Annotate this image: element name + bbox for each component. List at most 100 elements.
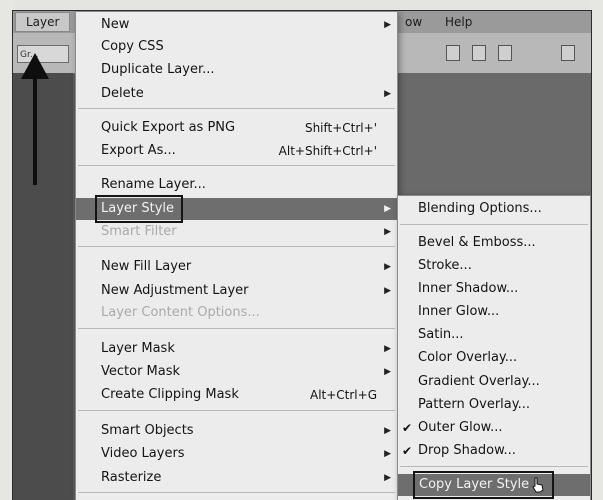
menu-item-delete[interactable]: Delete ▶ (76, 83, 397, 105)
menu-item-new[interactable]: New ▶ (76, 14, 397, 36)
menu-item-label: Export As... (101, 143, 176, 158)
menu-item-rename-layer[interactable]: Rename Layer... (76, 174, 397, 196)
menu-item-label: Quick Export as PNG (101, 120, 236, 135)
menu-item-label: New Fill Layer (101, 259, 192, 274)
check-icon: ✔ (402, 444, 413, 458)
submenu-item-outer-glow[interactable]: ✔ Outer Glow... (398, 417, 590, 439)
menu-item-label: Rename Layer... (101, 177, 206, 192)
menu-item-label: Bevel & Emboss... (418, 235, 536, 250)
menu-item-new-adjustment-layer[interactable]: New Adjustment Layer ▶ (76, 280, 397, 302)
menu-item-label: Inner Shadow... (418, 281, 519, 296)
menu-separator (78, 328, 395, 329)
menu-item-label: Layer Mask (101, 341, 175, 356)
align-top-icon[interactable] (446, 45, 460, 61)
submenu-item-satin[interactable]: Satin... (398, 324, 590, 346)
align-middle-icon[interactable] (472, 45, 486, 61)
layer-style-submenu: Blending Options... Bevel & Emboss... St… (397, 195, 591, 500)
menu-item-label: Copy Layer Style (412, 471, 555, 499)
distribute-icon[interactable] (561, 45, 575, 61)
menu-item-label: Rasterize (101, 470, 162, 485)
menu-separator (78, 246, 395, 247)
triangle-right-icon: ▶ (384, 20, 391, 30)
menu-item-label: Layer Content Options... (101, 305, 260, 320)
menu-item-layer-content-options[interactable]: Layer Content Options... (76, 302, 397, 324)
menu-item-label: New (101, 17, 130, 32)
align-bottom-icon[interactable] (498, 45, 512, 61)
photo-page: Layer ow Help Gr... New ▶ Copy CSS Dupli… (0, 0, 603, 500)
photoshop-screenshot: Layer ow Help Gr... New ▶ Copy CSS Dupli… (12, 10, 592, 500)
menu-item-layer-mask[interactable]: Layer Mask ▶ (76, 338, 397, 360)
triangle-right-icon: ▶ (384, 473, 391, 483)
menu-item-export-as[interactable]: Export As... Alt+Shift+Ctrl+' (76, 140, 397, 162)
up-arrow-icon (21, 53, 49, 79)
triangle-right-icon: ▶ (384, 426, 391, 436)
menu-item-label: Outer Glow... (418, 420, 503, 435)
menu-separator (400, 466, 588, 467)
annotation-arrow-shaft (33, 77, 37, 185)
submenu-item-drop-shadow[interactable]: ✔ Drop Shadow... (398, 440, 590, 462)
triangle-right-icon: ▶ (384, 89, 391, 99)
menu-item-smart-filter[interactable]: Smart Filter ▶ (76, 221, 397, 243)
menu-item-shortcut: Alt+Ctrl+G (309, 388, 377, 402)
menu-item-duplicate-layer[interactable]: Duplicate Layer... (76, 59, 397, 81)
menu-item-label: Blending Options... (418, 201, 542, 216)
submenu-item-inner-shadow[interactable]: Inner Shadow... (398, 278, 590, 300)
hand-pointer-icon (532, 477, 544, 492)
layer-menu-dropdown: New ▶ Copy CSS Duplicate Layer... Delete… (75, 11, 398, 500)
menu-separator (78, 165, 395, 166)
menu-item-shortcut: Shift+Ctrl+' (304, 121, 377, 135)
menu-item-label: Create Clipping Mask (101, 387, 239, 402)
tools-panel (13, 73, 73, 500)
triangle-right-icon: ▶ (384, 344, 391, 354)
menu-separator (78, 108, 395, 109)
menu-item-quick-export[interactable]: Quick Export as PNG Shift+Ctrl+' (76, 117, 397, 139)
menu-item-label: New Adjustment Layer (101, 283, 249, 298)
menu-item-vector-mask[interactable]: Vector Mask ▶ (76, 361, 397, 383)
submenu-item-color-overlay[interactable]: Color Overlay... (398, 347, 590, 369)
menu-item-layer-style[interactable]: Layer Style ▶ (76, 195, 397, 223)
copy-layer-style-text: Copy Layer Style (419, 477, 530, 492)
menu-separator (78, 492, 395, 493)
menu-item-label: Drop Shadow... (418, 443, 516, 458)
menu-item-label: Smart Filter (101, 224, 177, 239)
menu-item-label: Inner Glow... (418, 304, 500, 319)
submenu-item-blending-options[interactable]: Blending Options... (398, 198, 590, 220)
submenu-item-pattern-overlay[interactable]: Pattern Overlay... (398, 394, 590, 416)
menu-item-smart-objects[interactable]: Smart Objects ▶ (76, 420, 397, 442)
menu-item-label: Copy CSS (101, 39, 164, 54)
submenu-item-stroke[interactable]: Stroke... (398, 255, 590, 277)
menu-item-label: Smart Objects (101, 423, 194, 438)
submenu-item-inner-glow[interactable]: Inner Glow... (398, 301, 590, 323)
triangle-right-icon: ▶ (384, 204, 391, 214)
menu-item-copy-css[interactable]: Copy CSS (76, 36, 397, 58)
triangle-right-icon: ▶ (384, 286, 391, 296)
menu-item-label: Pattern Overlay... (418, 397, 530, 412)
menu-separator (78, 410, 395, 411)
menu-item-label: Stroke... (418, 258, 472, 273)
triangle-right-icon: ▶ (384, 367, 391, 377)
menu-item-label: Video Layers (101, 446, 185, 461)
menu-item-label: Vector Mask (101, 364, 181, 379)
menu-item-new-fill-layer[interactable]: New Fill Layer ▶ (76, 256, 397, 278)
triangle-right-icon: ▶ (384, 227, 391, 237)
menu-item-create-clipping-mask[interactable]: Create Clipping Mask Alt+Ctrl+G (76, 384, 397, 406)
triangle-right-icon: ▶ (384, 449, 391, 459)
menu-window-partial[interactable]: ow (405, 15, 422, 29)
menu-help[interactable]: Help (445, 15, 472, 29)
menu-separator (400, 224, 588, 225)
submenu-item-bevel-emboss[interactable]: Bevel & Emboss... (398, 232, 590, 254)
submenu-item-gradient-overlay[interactable]: Gradient Overlay... (398, 371, 590, 393)
menu-item-label: Satin... (418, 327, 464, 342)
menu-item-label: Color Overlay... (418, 350, 518, 365)
triangle-right-icon: ▶ (384, 262, 391, 272)
menu-item-label: Duplicate Layer... (101, 62, 215, 77)
submenu-item-copy-layer-style[interactable]: Copy Layer Style (398, 471, 590, 499)
menu-item-rasterize[interactable]: Rasterize ▶ (76, 467, 397, 489)
menu-layer[interactable]: Layer (15, 12, 71, 32)
menu-item-label: Layer Style (94, 195, 184, 223)
menu-item-video-layers[interactable]: Video Layers ▶ (76, 443, 397, 465)
menu-item-shortcut: Alt+Shift+Ctrl+' (278, 144, 377, 158)
menu-item-label: Gradient Overlay... (418, 374, 540, 389)
menu-item-label: Delete (101, 86, 144, 101)
check-icon: ✔ (402, 421, 413, 435)
